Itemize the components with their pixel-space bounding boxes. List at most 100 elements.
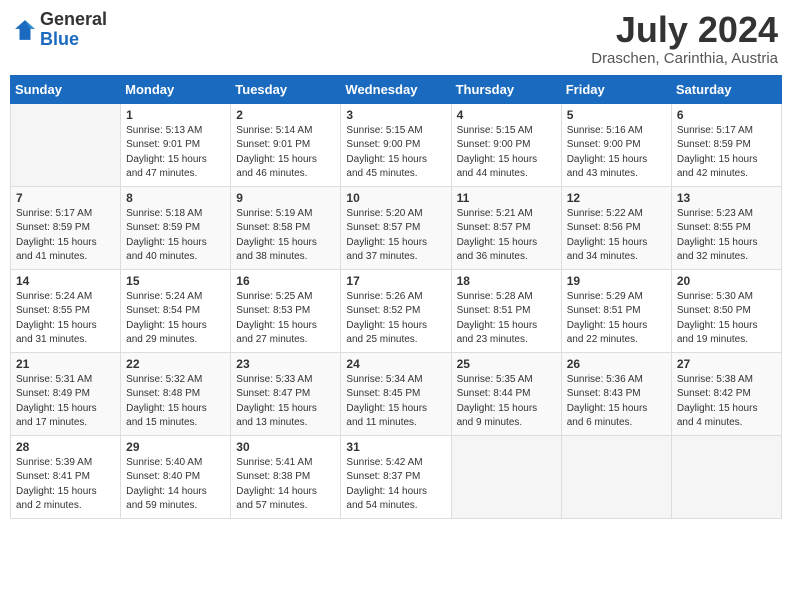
day-info: Sunrise: 5:21 AMSunset: 8:57 PMDaylight:… [457, 207, 556, 265]
day-info: Sunrise: 5:13 AMSunset: 9:01 PMDaylight:… [126, 124, 225, 182]
week-row-1: 1 Sunrise: 5:13 AMSunset: 9:01 PMDaylight… [11, 103, 782, 186]
day-info: Sunrise: 5:16 AMSunset: 9:00 PMDaylight:… [567, 124, 666, 182]
calendar-cell: 1 Sunrise: 5:13 AMSunset: 9:01 PMDaylight… [121, 103, 231, 186]
day-number: 30 [236, 440, 335, 454]
calendar-cell: 6 Sunrise: 5:17 AMSunset: 8:59 PMDaylight… [671, 103, 781, 186]
day-info: Sunrise: 5:26 AMSunset: 8:52 PMDaylight:… [346, 290, 445, 348]
location: Draschen, Carinthia, Austria [591, 50, 778, 67]
day-number: 17 [346, 274, 445, 288]
day-info: Sunrise: 5:23 AMSunset: 8:55 PMDaylight:… [677, 207, 776, 265]
day-info: Sunrise: 5:36 AMSunset: 8:43 PMDaylight:… [567, 373, 666, 431]
day-number: 10 [346, 191, 445, 205]
day-number: 13 [677, 191, 776, 205]
weekday-header-thursday: Thursday [451, 75, 561, 103]
day-number: 14 [16, 274, 115, 288]
day-info: Sunrise: 5:20 AMSunset: 8:57 PMDaylight:… [346, 207, 445, 265]
logo-text: General Blue [40, 10, 107, 50]
calendar-cell: 12 Sunrise: 5:22 AMSunset: 8:56 PMDayligh… [561, 186, 671, 269]
page-header: General Blue July 2024 Draschen, Carinth… [10, 10, 782, 67]
weekday-header-saturday: Saturday [671, 75, 781, 103]
day-number: 24 [346, 357, 445, 371]
calendar-cell: 25 Sunrise: 5:35 AMSunset: 8:44 PMDayligh… [451, 352, 561, 435]
calendar-cell [561, 435, 671, 518]
day-number: 6 [677, 108, 776, 122]
calendar-cell: 9Sunrise: 5:19 AMSunset: 8:58 PMDaylight… [231, 186, 341, 269]
day-info: Sunrise: 5:31 AMSunset: 8:49 PMDaylight:… [16, 373, 115, 431]
day-number: 11 [457, 191, 556, 205]
calendar-cell: 14 Sunrise: 5:24 AMSunset: 8:55 PMDayligh… [11, 269, 121, 352]
calendar-cell [451, 435, 561, 518]
weekday-header-wednesday: Wednesday [341, 75, 451, 103]
calendar-cell: 23 Sunrise: 5:33 AMSunset: 8:47 PMDayligh… [231, 352, 341, 435]
day-info: Sunrise: 5:24 AMSunset: 8:54 PMDaylight:… [126, 290, 225, 348]
calendar-cell: 8 Sunrise: 5:18 AMSunset: 8:59 PMDaylight… [121, 186, 231, 269]
weekday-header-tuesday: Tuesday [231, 75, 341, 103]
day-info: Sunrise: 5:34 AMSunset: 8:45 PMDaylight:… [346, 373, 445, 431]
logo-blue: Blue [40, 30, 107, 50]
logo-general: General [40, 10, 107, 30]
day-info: Sunrise: 5:33 AMSunset: 8:47 PMDaylight:… [236, 373, 335, 431]
day-number: 25 [457, 357, 556, 371]
day-number: 4 [457, 108, 556, 122]
day-number: 2 [236, 108, 335, 122]
day-info: Sunrise: 5:22 AMSunset: 8:56 PMDaylight:… [567, 207, 666, 265]
calendar-cell: 16Sunrise: 5:25 AMSunset: 8:53 PMDayligh… [231, 269, 341, 352]
day-number: 28 [16, 440, 115, 454]
day-number: 29 [126, 440, 225, 454]
calendar-cell: 21 Sunrise: 5:31 AMSunset: 8:49 PMDayligh… [11, 352, 121, 435]
day-number: 7 [16, 191, 115, 205]
calendar-cell: 28 Sunrise: 5:39 AMSunset: 8:41 PMDayligh… [11, 435, 121, 518]
calendar-cell: 15 Sunrise: 5:24 AMSunset: 8:54 PMDayligh… [121, 269, 231, 352]
calendar-cell: 24 Sunrise: 5:34 AMSunset: 8:45 PMDayligh… [341, 352, 451, 435]
day-info: Sunrise: 5:38 AMSunset: 8:42 PMDaylight:… [677, 373, 776, 431]
day-number: 8 [126, 191, 225, 205]
calendar-cell: 4Sunrise: 5:15 AMSunset: 9:00 PMDaylight… [451, 103, 561, 186]
calendar-cell: 10 Sunrise: 5:20 AMSunset: 8:57 PMDayligh… [341, 186, 451, 269]
calendar-cell: 27 Sunrise: 5:38 AMSunset: 8:42 PMDayligh… [671, 352, 781, 435]
day-info: Sunrise: 5:39 AMSunset: 8:41 PMDaylight:… [16, 456, 115, 514]
calendar-cell: 17 Sunrise: 5:26 AMSunset: 8:52 PMDayligh… [341, 269, 451, 352]
day-info: Sunrise: 5:41 AMSunset: 8:38 PMDaylight:… [236, 456, 335, 514]
week-row-3: 14 Sunrise: 5:24 AMSunset: 8:55 PMDayligh… [11, 269, 782, 352]
day-number: 27 [677, 357, 776, 371]
day-number: 5 [567, 108, 666, 122]
day-info: Sunrise: 5:29 AMSunset: 8:51 PMDaylight:… [567, 290, 666, 348]
month-year: July 2024 [591, 10, 778, 50]
calendar-cell: 7 Sunrise: 5:17 AMSunset: 8:59 PMDaylight… [11, 186, 121, 269]
calendar-cell: 26 Sunrise: 5:36 AMSunset: 8:43 PMDayligh… [561, 352, 671, 435]
day-number: 1 [126, 108, 225, 122]
day-number: 31 [346, 440, 445, 454]
day-number: 15 [126, 274, 225, 288]
week-row-2: 7 Sunrise: 5:17 AMSunset: 8:59 PMDaylight… [11, 186, 782, 269]
day-info: Sunrise: 5:17 AMSunset: 8:59 PMDaylight:… [16, 207, 115, 265]
day-number: 9 [236, 191, 335, 205]
calendar-cell: 29 Sunrise: 5:40 AMSunset: 8:40 PMDayligh… [121, 435, 231, 518]
calendar-table: SundayMondayTuesdayWednesdayThursdayFrid… [10, 75, 782, 519]
calendar-cell: 3 Sunrise: 5:15 AMSunset: 9:00 PMDaylight… [341, 103, 451, 186]
calendar-cell: 31Sunrise: 5:42 AMSunset: 8:37 PMDayligh… [341, 435, 451, 518]
day-info: Sunrise: 5:25 AMSunset: 8:53 PMDaylight:… [236, 290, 335, 348]
day-info: Sunrise: 5:24 AMSunset: 8:55 PMDaylight:… [16, 290, 115, 348]
day-number: 21 [16, 357, 115, 371]
logo-icon [14, 19, 36, 41]
day-info: Sunrise: 5:17 AMSunset: 8:59 PMDaylight:… [677, 124, 776, 182]
day-number: 26 [567, 357, 666, 371]
day-info: Sunrise: 5:40 AMSunset: 8:40 PMDaylight:… [126, 456, 225, 514]
calendar-cell: 30 Sunrise: 5:41 AMSunset: 8:38 PMDayligh… [231, 435, 341, 518]
day-info: Sunrise: 5:14 AMSunset: 9:01 PMDaylight:… [236, 124, 335, 182]
day-number: 18 [457, 274, 556, 288]
day-number: 3 [346, 108, 445, 122]
logo: General Blue [14, 10, 107, 50]
weekday-header-friday: Friday [561, 75, 671, 103]
day-number: 12 [567, 191, 666, 205]
day-number: 23 [236, 357, 335, 371]
day-info: Sunrise: 5:30 AMSunset: 8:50 PMDaylight:… [677, 290, 776, 348]
day-number: 22 [126, 357, 225, 371]
calendar-cell [671, 435, 781, 518]
day-info: Sunrise: 5:15 AMSunset: 9:00 PMDaylight:… [346, 124, 445, 182]
calendar-cell: 11 Sunrise: 5:21 AMSunset: 8:57 PMDayligh… [451, 186, 561, 269]
day-info: Sunrise: 5:18 AMSunset: 8:59 PMDaylight:… [126, 207, 225, 265]
day-info: Sunrise: 5:35 AMSunset: 8:44 PMDaylight:… [457, 373, 556, 431]
week-row-4: 21 Sunrise: 5:31 AMSunset: 8:49 PMDayligh… [11, 352, 782, 435]
day-number: 19 [567, 274, 666, 288]
